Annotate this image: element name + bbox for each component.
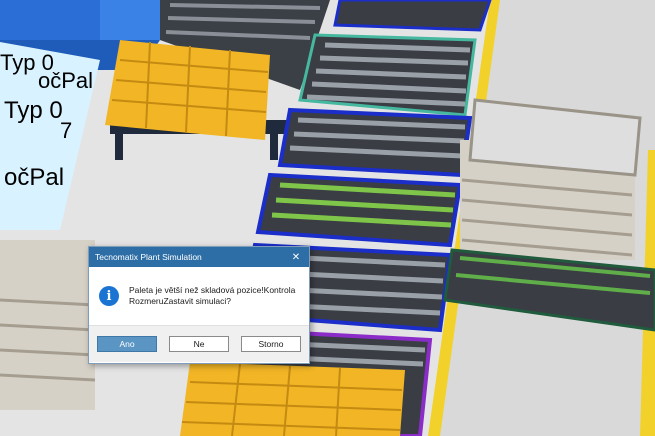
cancel-button[interactable]: Storno [241,336,301,352]
simulation-3d-view: Typ 0 očPal Typ 0 7 očPal [0,0,655,436]
dialog-body: i Paleta je větší než skladová pozice!Ko… [89,267,309,325]
panel-label-5: očPal [4,164,64,191]
no-button[interactable]: Ne [169,336,229,352]
beige-pallet-right [460,98,642,260]
panel-label-3: Typ 0 [0,50,54,75]
message-dialog: Tecnomatix Plant Simulation ✕ i Paleta j… [88,246,310,364]
dialog-titlebar[interactable]: Tecnomatix Plant Simulation ✕ [89,247,309,267]
dialog-message: Paleta je větší než skladová pozice!Kont… [129,285,296,306]
panel-label-1: Typ 0 [4,97,63,124]
yellow-pallet-bottom [180,362,405,436]
panel-label-4: 7 [60,118,72,143]
yellow-pallet-top [105,40,270,140]
info-icon: i [99,286,119,306]
beige-pallet-left [0,240,96,410]
dialog-buttons: Ano Ne Storno [89,325,309,362]
yes-button[interactable]: Ano [97,336,157,352]
dialog-title: Tecnomatix Plant Simulation [95,252,202,262]
close-icon[interactable]: ✕ [289,250,303,264]
